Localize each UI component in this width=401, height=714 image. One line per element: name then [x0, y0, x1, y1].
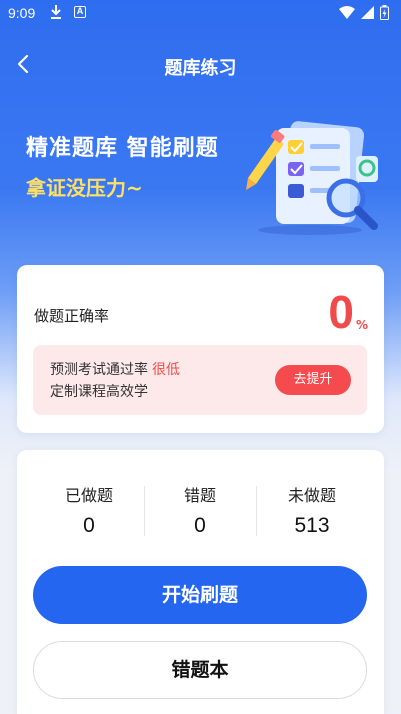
start-practice-button[interactable]: 开始刷题 — [33, 566, 367, 624]
stat-wrong-value: 0 — [194, 514, 206, 537]
course-promo-text: 定制课程高效学 — [50, 384, 148, 400]
status-time: 9:09 — [8, 5, 36, 21]
improve-button[interactable]: 去提升 — [275, 365, 351, 395]
wifi-icon — [339, 6, 355, 19]
pass-rate-level: 很低 — [152, 362, 180, 378]
accuracy-card: 做题正确率 0 % 预测考试通过率 很低 定制课程高效学 去提升 — [17, 265, 384, 433]
pass-rate-label: 预测考试通过率 — [50, 362, 148, 378]
stat-undone-value: 513 — [294, 514, 330, 537]
accuracy-label: 做题正确率 — [34, 307, 110, 325]
pass-rate-line: 预测考试通过率 很低 — [50, 359, 180, 379]
page-title: 题库练习 — [164, 58, 237, 79]
download-icon — [51, 5, 61, 19]
a-badge-icon: A — [74, 6, 86, 18]
stat-undone[interactable]: 未做题 513 — [257, 482, 367, 538]
hero-subtitle: 拿证没压力~ — [26, 176, 143, 200]
stats-card: 已做题 0 错题 0 未做题 513 开始刷题 错题本 — [17, 450, 384, 714]
pass-rate-tip: 预测考试通过率 很低 定制课程高效学 去提升 — [33, 345, 367, 415]
hero-title: 精准题库 智能刷题 — [26, 136, 219, 161]
battery-icon — [380, 5, 389, 20]
wrong-questions-book-button[interactable]: 错题本 — [33, 641, 367, 699]
stat-done-value: 0 — [83, 514, 95, 537]
accuracy-unit: % — [355, 318, 368, 332]
stat-done-label: 已做题 — [64, 486, 113, 505]
quiz-document-illustration — [246, 121, 378, 235]
accuracy-value: 0 % — [328, 289, 368, 335]
status-bar: 9:09 A — [0, 0, 401, 28]
stat-done[interactable]: 已做题 0 — [34, 482, 144, 538]
signal-icon — [361, 6, 374, 19]
status-icons — [339, 5, 389, 20]
stat-undone-label: 未做题 — [287, 486, 336, 505]
accuracy-number: 0 — [328, 286, 354, 338]
stat-wrong[interactable]: 错题 0 — [145, 482, 255, 538]
stat-wrong-label: 错题 — [183, 486, 216, 505]
